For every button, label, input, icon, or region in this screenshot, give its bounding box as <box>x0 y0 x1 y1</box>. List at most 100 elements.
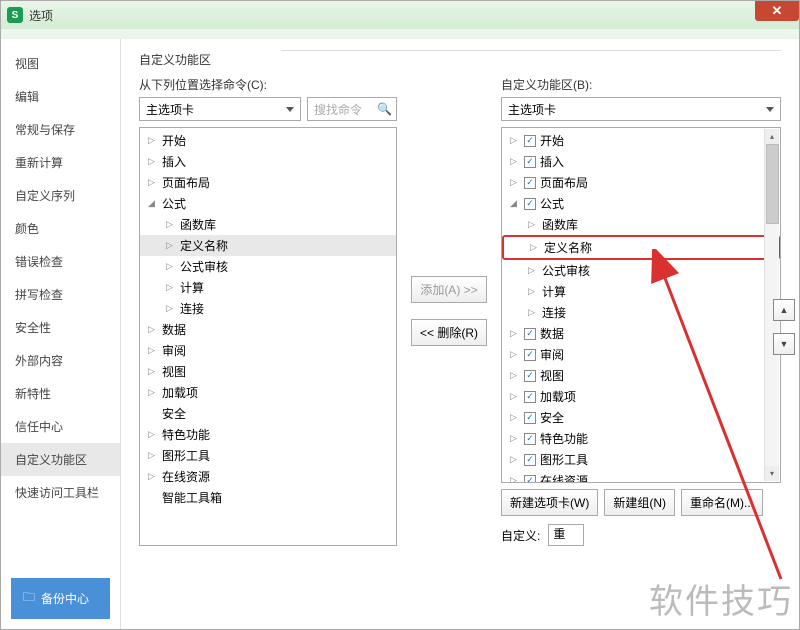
scroll-down-button[interactable]: ▾ <box>765 466 779 481</box>
customize-ribbon-label: 自定义功能区(B): <box>501 76 781 93</box>
tree-item[interactable]: ▷数据 <box>140 319 396 340</box>
tree-item[interactable]: ▷ ✓ 视图 <box>502 365 780 386</box>
sidebar-item[interactable]: 信任中心 <box>1 410 120 443</box>
checkbox[interactable]: ✓ <box>524 433 536 445</box>
backup-center-button[interactable]: 🗀 备份中心 <box>11 578 110 619</box>
ribbon-tree[interactable]: ▴ ▾ ▷✓开始▷✓插入▷✓页面布局◢✓公式▷函数库▷定义名称▷公式审核▷计算▷… <box>501 127 781 483</box>
app-icon: S <box>7 7 23 23</box>
sidebar-item[interactable]: 拼写检查 <box>1 278 120 311</box>
tree-item[interactable]: ▷✓开始 <box>502 130 780 151</box>
tree-item[interactable]: ▷审阅 <box>140 340 396 361</box>
tree-item[interactable]: ▷✓审阅 <box>502 344 780 365</box>
new-tab-button[interactable]: 新建选项卡(W) <box>501 489 598 516</box>
toggle-icon: ▷ <box>510 391 520 402</box>
toggle-icon: ▷ <box>148 387 158 398</box>
tree-item[interactable]: ▷连接 <box>502 302 780 323</box>
tree-item[interactable]: ▷连接 <box>140 298 396 319</box>
tree-item[interactable]: ▷✓图形工具 <box>502 449 780 470</box>
tree-item[interactable]: ▷计算 <box>502 281 780 302</box>
commands-column: 从下列位置选择命令(C): 主选项卡 搜找命令 🔍 ▷开始▷插入▷页面布局◢公式… <box>139 76 397 546</box>
dropdown-value: 主选项卡 <box>146 101 194 118</box>
tree-item[interactable]: ▷特色功能 <box>140 424 396 445</box>
customize-input[interactable]: 重 <box>548 524 584 546</box>
tree-item[interactable]: ▷✓插入 <box>502 151 780 172</box>
sidebar-item[interactable]: 快速访问工具栏 <box>1 476 120 509</box>
commands-tree[interactable]: ▷开始▷插入▷页面布局◢公式▷函数库▷定义名称▷公式审核▷计算▷连接▷数据▷审阅… <box>139 127 397 546</box>
tree-item[interactable]: ▷定义名称 <box>502 235 780 260</box>
toggle-icon: ▷ <box>148 324 158 335</box>
sidebar-item[interactable]: 常规与保存 <box>1 113 120 146</box>
ribbon-tabs-dropdown[interactable]: 主选项卡 <box>501 97 781 121</box>
sidebar-item[interactable]: 自定义序列 <box>1 179 120 212</box>
checkbox[interactable]: ✓ <box>524 328 536 340</box>
close-button[interactable]: ✕ <box>755 1 799 21</box>
tree-item[interactable]: 智能工具箱 <box>140 487 396 508</box>
tree-item[interactable]: ▷公式审核 <box>502 260 780 281</box>
tree-item[interactable]: ▷在线资源 <box>140 466 396 487</box>
sidebar-item[interactable]: 错误检查 <box>1 245 120 278</box>
toggle-icon: ▷ <box>166 240 176 251</box>
checkbox[interactable]: ✓ <box>524 198 536 210</box>
tree-item[interactable]: ▷函数库 <box>140 214 396 235</box>
tree-item[interactable]: ▷函数库 <box>502 214 780 235</box>
sidebar-item[interactable]: 外部内容 <box>1 344 120 377</box>
scroll-up-button[interactable]: ▴ <box>765 129 779 144</box>
add-button[interactable]: 添加(A) >> <box>411 276 486 303</box>
sidebar-item[interactable]: 新特性 <box>1 377 120 410</box>
tree-item[interactable]: ◢✓公式 <box>502 193 780 214</box>
commands-source-dropdown[interactable]: 主选项卡 <box>139 97 301 121</box>
sidebar-item[interactable]: 编辑 <box>1 80 120 113</box>
checkbox[interactable]: ✓ <box>524 391 536 403</box>
sidebar-item[interactable]: 颜色 <box>1 212 120 245</box>
sidebar-item[interactable]: 自定义功能区 <box>1 443 120 476</box>
tree-item-label: 开始 <box>162 132 186 149</box>
scroll-thumb[interactable] <box>766 144 779 224</box>
choose-commands-label: 从下列位置选择命令(C): <box>139 76 397 93</box>
checkbox[interactable]: ✓ <box>524 412 536 424</box>
checkbox[interactable]: ✓ <box>524 349 536 361</box>
tree-item[interactable]: ▷定义名称 <box>140 235 396 256</box>
tree-item[interactable]: ▷✓在线资源 <box>502 470 780 483</box>
new-group-button[interactable]: 新建组(N) <box>604 489 675 516</box>
tree-item[interactable]: ▷开始 <box>140 130 396 151</box>
sidebar-item[interactable]: 重新计算 <box>1 146 120 179</box>
tree-item-label: 定义名称 <box>544 239 592 256</box>
tree-item[interactable]: ▷计算 <box>140 277 396 298</box>
checkbox[interactable]: ✓ <box>524 454 536 466</box>
tree-item[interactable]: ▷✓加载项 <box>502 386 780 407</box>
checkbox[interactable]: ✓ <box>524 475 536 484</box>
tree-item[interactable]: ▷页面布局 <box>140 172 396 193</box>
toggle-icon: ▷ <box>166 261 176 272</box>
watermark: 软件技巧 <box>649 574 793 623</box>
tree-item-label: 视图 <box>540 367 564 384</box>
tree-item-label: 插入 <box>540 153 564 170</box>
tree-item[interactable]: ▷✓特色功能 <box>502 428 780 449</box>
tree-item[interactable]: ▷图形工具 <box>140 445 396 466</box>
move-down-button[interactable]: ▼ <box>773 333 795 355</box>
rename-button[interactable]: 重命名(M)... <box>681 489 763 516</box>
remove-button[interactable]: << 删除(R) <box>411 319 487 346</box>
checkbox[interactable]: ✓ <box>524 156 536 168</box>
tree-item-label: 计算 <box>180 279 204 296</box>
tree-item[interactable]: ◢公式 <box>140 193 396 214</box>
sidebar-item[interactable]: 视图 <box>1 47 120 80</box>
sidebar-item[interactable]: 安全性 <box>1 311 120 344</box>
tree-item[interactable]: ▷插入 <box>140 151 396 172</box>
tree-item[interactable]: ▷公式审核 <box>140 256 396 277</box>
checkbox[interactable]: ✓ <box>524 177 536 189</box>
transfer-buttons: 添加(A) >> << 删除(R) <box>409 76 489 546</box>
toggle-icon: ▷ <box>510 370 520 381</box>
tree-item[interactable]: ▷加载项 <box>140 382 396 403</box>
move-up-button[interactable]: ▲ <box>773 299 795 321</box>
checkbox[interactable]: ✓ <box>524 370 536 382</box>
toggle-icon: ▷ <box>510 349 520 360</box>
tree-item[interactable]: 安全 <box>140 403 396 424</box>
tree-item[interactable]: ▷✓页面布局 <box>502 172 780 193</box>
tree-item[interactable]: ▷视图 <box>140 361 396 382</box>
search-commands-input[interactable]: 搜找命令 🔍 <box>307 97 397 121</box>
search-icon: 🔍 <box>377 102 392 116</box>
checkbox[interactable]: ✓ <box>524 135 536 147</box>
tree-item[interactable]: ▷✓安全 <box>502 407 780 428</box>
tree-item[interactable]: ▷✓数据 <box>502 323 780 344</box>
tree-item-label: 公式审核 <box>542 262 590 279</box>
